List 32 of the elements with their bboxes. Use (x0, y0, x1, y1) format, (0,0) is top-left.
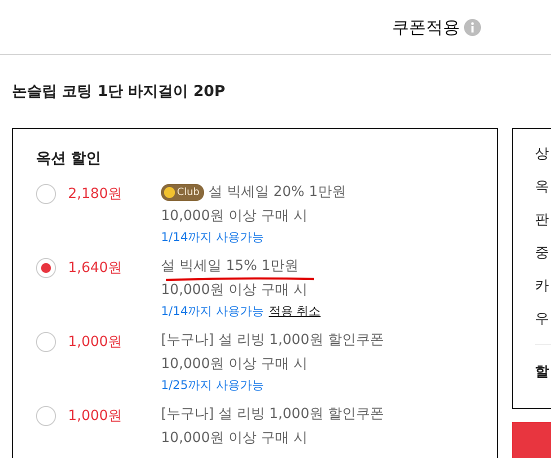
product-name: 논슬립 코팅 1단 바지걸이 20P (11, 81, 226, 101)
discount-amount: 1,000원 (67, 333, 124, 352)
coupon-name: [누구나] 설 리빙 1,000원 할인쿠폰 (161, 405, 384, 424)
club-badge: Club (161, 184, 204, 201)
radio-button[interactable] (36, 406, 56, 426)
radio-button[interactable] (36, 332, 56, 352)
summary-label: 상 (535, 145, 550, 164)
summary-label: 중 (535, 244, 550, 263)
section-heading: 옥션 할인 (36, 149, 102, 168)
radio-button[interactable] (36, 258, 56, 278)
cancel-link[interactable]: 적용 취소 (268, 301, 321, 321)
summary-label: 우 (535, 310, 550, 329)
discount-amount: 1,640원 (67, 259, 124, 278)
summary-label: 판 (535, 211, 550, 230)
info-icon[interactable] (464, 18, 481, 36)
coupon-name: [누구나] 설 리빙 1,000원 할인쿠폰 (161, 331, 384, 350)
expiry-text: 1/14까지 사용가능 (161, 303, 264, 320)
coupon-condition: 10,000원 이상 구매 시 (161, 207, 308, 226)
dialog-title: 쿠폰적용 (392, 16, 460, 38)
discount-amount: 1,000원 (67, 407, 124, 426)
summary-label: 옥 (535, 178, 550, 197)
coupon-condition: 10,000원 이상 구매 시 (161, 429, 308, 448)
summary-total-label: 할 (535, 363, 550, 381)
expiry-text: 1/25까지 사용가능 (161, 377, 264, 394)
radio-button[interactable] (36, 184, 56, 204)
coupon-condition: 10,000원 이상 구매 시 (161, 281, 308, 300)
coupon-name: 설 빅세일 15% 1만원 (161, 257, 298, 276)
coupon-name: 설 빅세일 20% 1만원 (208, 183, 346, 202)
summary-label: 카 (535, 277, 550, 296)
discount-amount: 2,180원 (67, 185, 124, 204)
coupon-condition: 10,000원 이상 구매 시 (161, 355, 308, 374)
expiry-text: 1/14까지 사용가능 (161, 229, 264, 246)
